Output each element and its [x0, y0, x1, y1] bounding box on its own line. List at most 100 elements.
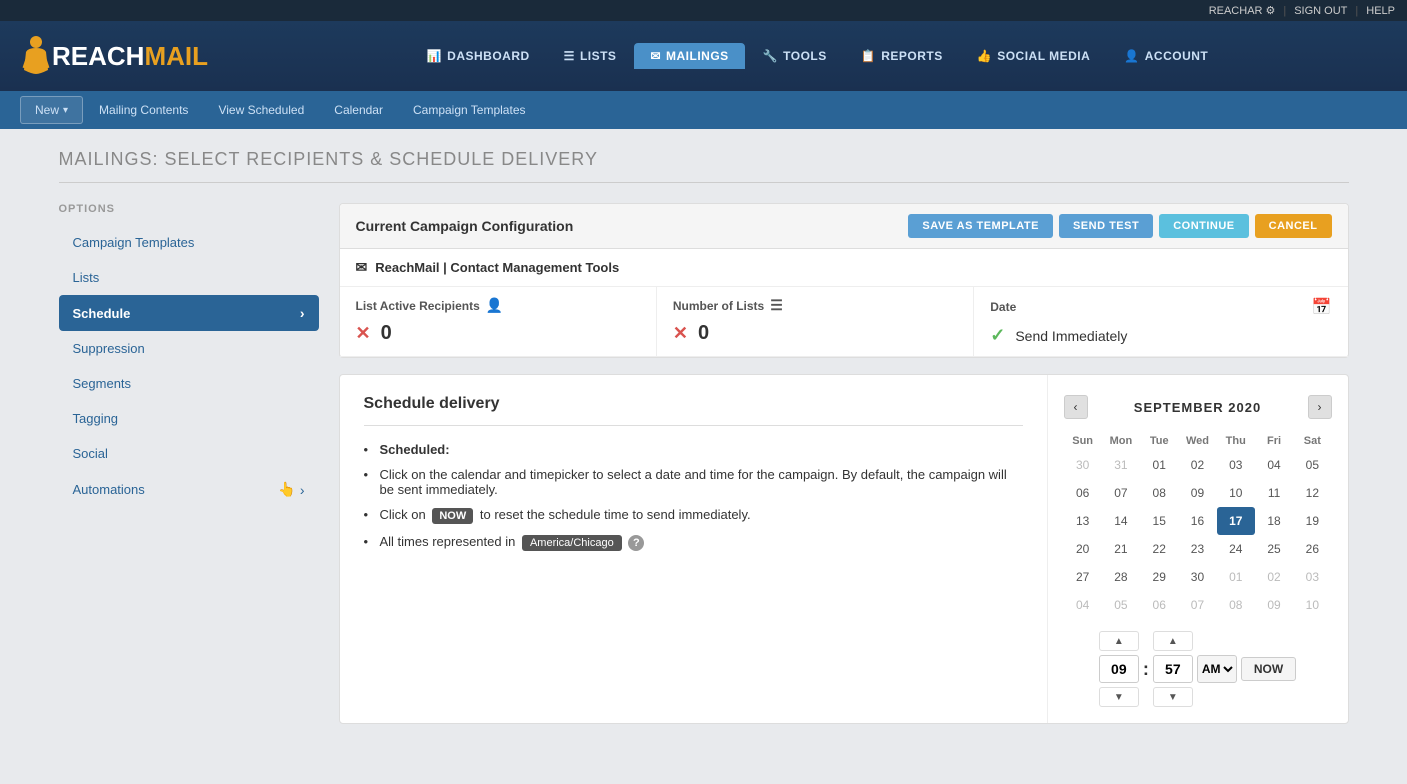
- now-button[interactable]: NOW: [1241, 657, 1296, 681]
- sidebar-item-lists[interactable]: Lists: [59, 260, 319, 295]
- continue-button[interactable]: CONTINUE: [1159, 214, 1248, 238]
- cal-week-1: 06 07 08 09 10 11 12: [1064, 479, 1332, 507]
- cal-cell[interactable]: 25: [1255, 535, 1293, 563]
- cal-cell[interactable]: 24: [1217, 535, 1255, 563]
- subnav-new-label: New: [35, 103, 59, 117]
- cal-cell[interactable]: 02: [1255, 563, 1293, 591]
- nav-social-media[interactable]: 👍 SOCIAL MEDIA: [961, 43, 1107, 69]
- cal-cell[interactable]: 10: [1293, 591, 1331, 619]
- settings-icon: ⚙: [1265, 4, 1275, 17]
- cal-day-wed: Wed: [1178, 431, 1216, 451]
- cal-cell[interactable]: 09: [1255, 591, 1293, 619]
- cal-cell[interactable]: 01: [1140, 451, 1178, 479]
- nav-tools[interactable]: 🔧 TOOLS: [747, 43, 843, 69]
- help-link[interactable]: HELP: [1366, 5, 1395, 17]
- cal-cell[interactable]: 21: [1102, 535, 1140, 563]
- cal-cell-today[interactable]: 17: [1217, 507, 1255, 535]
- cal-cell[interactable]: 04: [1064, 591, 1102, 619]
- calendar-prev-button[interactable]: ‹: [1064, 395, 1088, 419]
- cal-cell[interactable]: 26: [1293, 535, 1331, 563]
- nav-lists[interactable]: ☰ LISTS: [548, 43, 633, 69]
- stat-num-lists-label: Number of Lists: [673, 299, 764, 313]
- subnav-new[interactable]: New ▾: [20, 96, 83, 124]
- sidebar-item-suppression[interactable]: Suppression: [59, 331, 319, 366]
- sidebar-item-tagging[interactable]: Tagging: [59, 401, 319, 436]
- cal-cell[interactable]: 30: [1064, 451, 1102, 479]
- nav-dashboard[interactable]: 📊 DASHBOARD: [411, 43, 546, 69]
- sidebar-item-segments[interactable]: Segments: [59, 366, 319, 401]
- cal-cell[interactable]: 02: [1178, 451, 1216, 479]
- sidebar-item-schedule[interactable]: Schedule ›: [59, 295, 319, 331]
- calendar-thead: Sun Mon Tue Wed Thu Fri Sat: [1064, 431, 1332, 451]
- cal-cell[interactable]: 01: [1217, 563, 1255, 591]
- cal-cell[interactable]: 06: [1140, 591, 1178, 619]
- cal-cell[interactable]: 31: [1102, 451, 1140, 479]
- cal-cell[interactable]: 10: [1217, 479, 1255, 507]
- scheduled-bold: Scheduled:: [380, 442, 450, 457]
- cancel-button[interactable]: CANCEL: [1255, 214, 1332, 238]
- signout-link[interactable]: SIGN OUT: [1294, 5, 1347, 17]
- subnav-campaign-templates[interactable]: Campaign Templates: [399, 97, 540, 123]
- minute-col: ▲ ▼: [1153, 631, 1193, 707]
- tools-icon: 🔧: [763, 49, 778, 63]
- nav-account[interactable]: 👤 ACCOUNT: [1108, 43, 1224, 69]
- schedule-right: ‹ SEPTEMBER 2020 › Sun Mon Tue: [1048, 375, 1348, 723]
- cal-week-4: 27 28 29 30 01 02 03: [1064, 563, 1332, 591]
- sidebar-item-campaign-templates[interactable]: Campaign Templates: [59, 225, 319, 260]
- cal-cell[interactable]: 03: [1217, 451, 1255, 479]
- cal-cell[interactable]: 08: [1140, 479, 1178, 507]
- cal-cell[interactable]: 07: [1102, 479, 1140, 507]
- cal-cell[interactable]: 27: [1064, 563, 1102, 591]
- cal-cell[interactable]: 11: [1255, 479, 1293, 507]
- nav-mailings[interactable]: ✉ MAILINGS: [634, 43, 744, 69]
- hour-down-button[interactable]: ▼: [1099, 687, 1139, 707]
- cal-cell[interactable]: 18: [1255, 507, 1293, 535]
- ampm-select[interactable]: AM PM: [1197, 655, 1237, 683]
- subnav-view-scheduled[interactable]: View Scheduled: [204, 97, 318, 123]
- cal-cell[interactable]: 15: [1140, 507, 1178, 535]
- send-test-button[interactable]: SEND TEST: [1059, 214, 1153, 238]
- sidebar-item-social[interactable]: Social: [59, 436, 319, 471]
- logo-mail: MAIL: [144, 41, 208, 72]
- save-template-button[interactable]: SAVE AS TEMPLATE: [908, 214, 1053, 238]
- nav-reports[interactable]: 📋 REPORTS: [845, 43, 959, 69]
- cal-cell[interactable]: 19: [1293, 507, 1331, 535]
- cal-cell[interactable]: 05: [1102, 591, 1140, 619]
- cal-cell[interactable]: 12: [1293, 479, 1331, 507]
- minute-down-button[interactable]: ▼: [1153, 687, 1193, 707]
- reachar-link[interactable]: REACHAR ⚙: [1209, 4, 1276, 17]
- hour-up-button[interactable]: ▲: [1099, 631, 1139, 651]
- cal-cell[interactable]: 29: [1140, 563, 1178, 591]
- list-active-value: 0: [381, 322, 392, 345]
- cal-cell[interactable]: 04: [1255, 451, 1293, 479]
- subnav-mailing-contents[interactable]: Mailing Contents: [85, 97, 202, 123]
- time-picker: ▲ ▼ : ▲ ▼ AM: [1064, 631, 1332, 707]
- hour-input[interactable]: [1099, 655, 1139, 683]
- date-value: Send Immediately: [1015, 328, 1127, 344]
- list-icon: ☰: [770, 297, 783, 314]
- cal-cell[interactable]: 06: [1064, 479, 1102, 507]
- cal-cell[interactable]: 28: [1102, 563, 1140, 591]
- cal-cell[interactable]: 05: [1293, 451, 1331, 479]
- layout: OPTIONS Campaign Templates Lists Schedul…: [59, 203, 1349, 724]
- cal-cell[interactable]: 16: [1178, 507, 1216, 535]
- cal-cell[interactable]: 09: [1178, 479, 1216, 507]
- sidebar-item-automations[interactable]: Automations 👆 ›: [59, 471, 319, 508]
- cal-cell[interactable]: 23: [1178, 535, 1216, 563]
- cal-cell[interactable]: 22: [1140, 535, 1178, 563]
- help-circle-icon[interactable]: ?: [628, 535, 644, 551]
- date-status-icon: ✓: [990, 325, 1005, 346]
- cal-cell[interactable]: 14: [1102, 507, 1140, 535]
- cal-cell[interactable]: 08: [1217, 591, 1255, 619]
- divider-2: |: [1355, 5, 1358, 17]
- minute-input[interactable]: [1153, 655, 1193, 683]
- cal-cell[interactable]: 13: [1064, 507, 1102, 535]
- cal-cell[interactable]: 30: [1178, 563, 1216, 591]
- minute-up-button[interactable]: ▲: [1153, 631, 1193, 651]
- cal-cell[interactable]: 07: [1178, 591, 1216, 619]
- cal-cell[interactable]: 03: [1293, 563, 1331, 591]
- subnav-calendar[interactable]: Calendar: [320, 97, 397, 123]
- cal-cell[interactable]: 20: [1064, 535, 1102, 563]
- date-label: Date: [990, 300, 1016, 314]
- calendar-next-button[interactable]: ›: [1308, 395, 1332, 419]
